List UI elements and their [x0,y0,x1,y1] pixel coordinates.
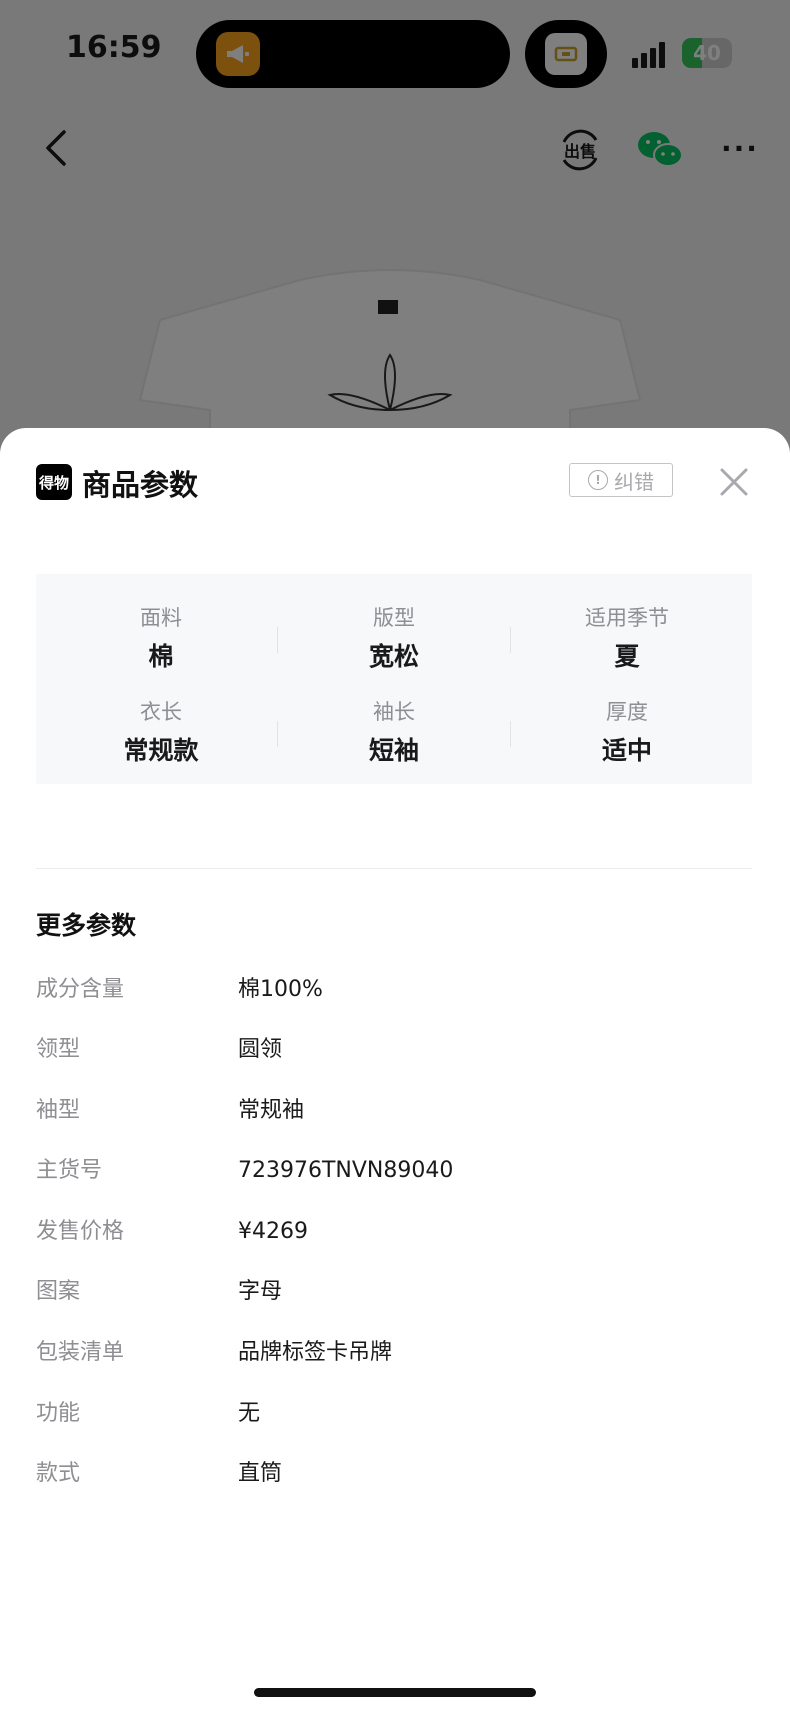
spec-row: 款式 直筒 [36,1457,752,1491]
spec-row: 主货号 723976TNVN89040 [36,1154,752,1188]
spec-row: 袖型 常规袖 [36,1094,752,1128]
spec-row: 包装清单 品牌标签卡吊牌 [36,1336,752,1370]
spec-value: 直筒 [238,1461,283,1486]
key-param-label: 适用季节 [585,606,669,630]
key-param-value: 短袖 [368,736,419,765]
params-sheet: 得物 商品参数 ! 纠错 面料 棉 版型 宽松 适用季节 夏 衣长 常规款 袖长… [0,428,790,1712]
key-param-value: 常规款 [123,736,199,765]
section-divider [36,868,752,869]
key-params-grid: 面料 棉 版型 宽松 适用季节 夏 衣长 常规款 袖长 短袖 厚度 适中 [36,574,752,784]
key-param-label: 衣长 [140,700,182,724]
spec-label: 袖型 [36,1098,81,1123]
spec-value: 常规袖 [238,1098,305,1123]
spec-row: 发售价格 ¥4269 [36,1215,752,1249]
spec-row: 功能 无 [36,1397,752,1431]
spec-label: 图案 [36,1279,81,1304]
spec-row: 图案 字母 [36,1275,752,1309]
key-param-value: 宽松 [368,642,419,671]
key-param-label: 袖长 [373,700,415,724]
spec-value: 圆领 [238,1037,283,1062]
key-param: 面料 棉 [45,604,277,672]
spec-label: 款式 [36,1461,81,1486]
key-param: 版型 宽松 [278,604,510,672]
key-param: 厚度 适中 [511,698,743,766]
spec-value: 棉100% [238,977,323,1002]
report-error-button[interactable]: ! 纠错 [569,463,673,497]
key-param-label: 版型 [373,606,415,630]
spec-label: 包装清单 [36,1340,125,1365]
spec-label: 主货号 [36,1158,103,1183]
close-icon[interactable] [716,464,752,500]
spec-row: 成分含量 棉100% [36,973,752,1007]
alert-circle-icon: ! [588,470,608,490]
report-error-label: 纠错 [614,469,654,494]
key-param-value: 夏 [614,642,640,671]
spec-value: 无 [238,1401,261,1426]
key-param-label: 面料 [140,606,182,630]
spec-value: 品牌标签卡吊牌 [238,1340,393,1365]
spec-value: ¥4269 [238,1219,308,1244]
spec-row: 领型 圆领 [36,1033,752,1067]
spec-label: 功能 [36,1401,81,1426]
spec-label: 发售价格 [36,1219,125,1244]
more-params-title: 更多参数 [36,911,137,940]
key-param: 适用季节 夏 [511,604,743,672]
spec-value: 723976TNVN89040 [238,1158,454,1183]
key-param-value: 适中 [601,736,652,765]
spec-value: 字母 [238,1279,283,1304]
key-param: 袖长 短袖 [278,698,510,766]
home-indicator[interactable] [254,1688,536,1697]
spec-label: 领型 [36,1037,81,1062]
sheet-title: 商品参数 [82,468,199,502]
spec-label: 成分含量 [36,977,125,1002]
key-param-value: 棉 [148,642,174,671]
key-param-label: 厚度 [606,700,648,724]
key-param: 衣长 常规款 [45,698,277,766]
sheet-header: 得物 商品参数 ! 纠错 [0,428,790,538]
brand-logo: 得物 [36,464,72,500]
